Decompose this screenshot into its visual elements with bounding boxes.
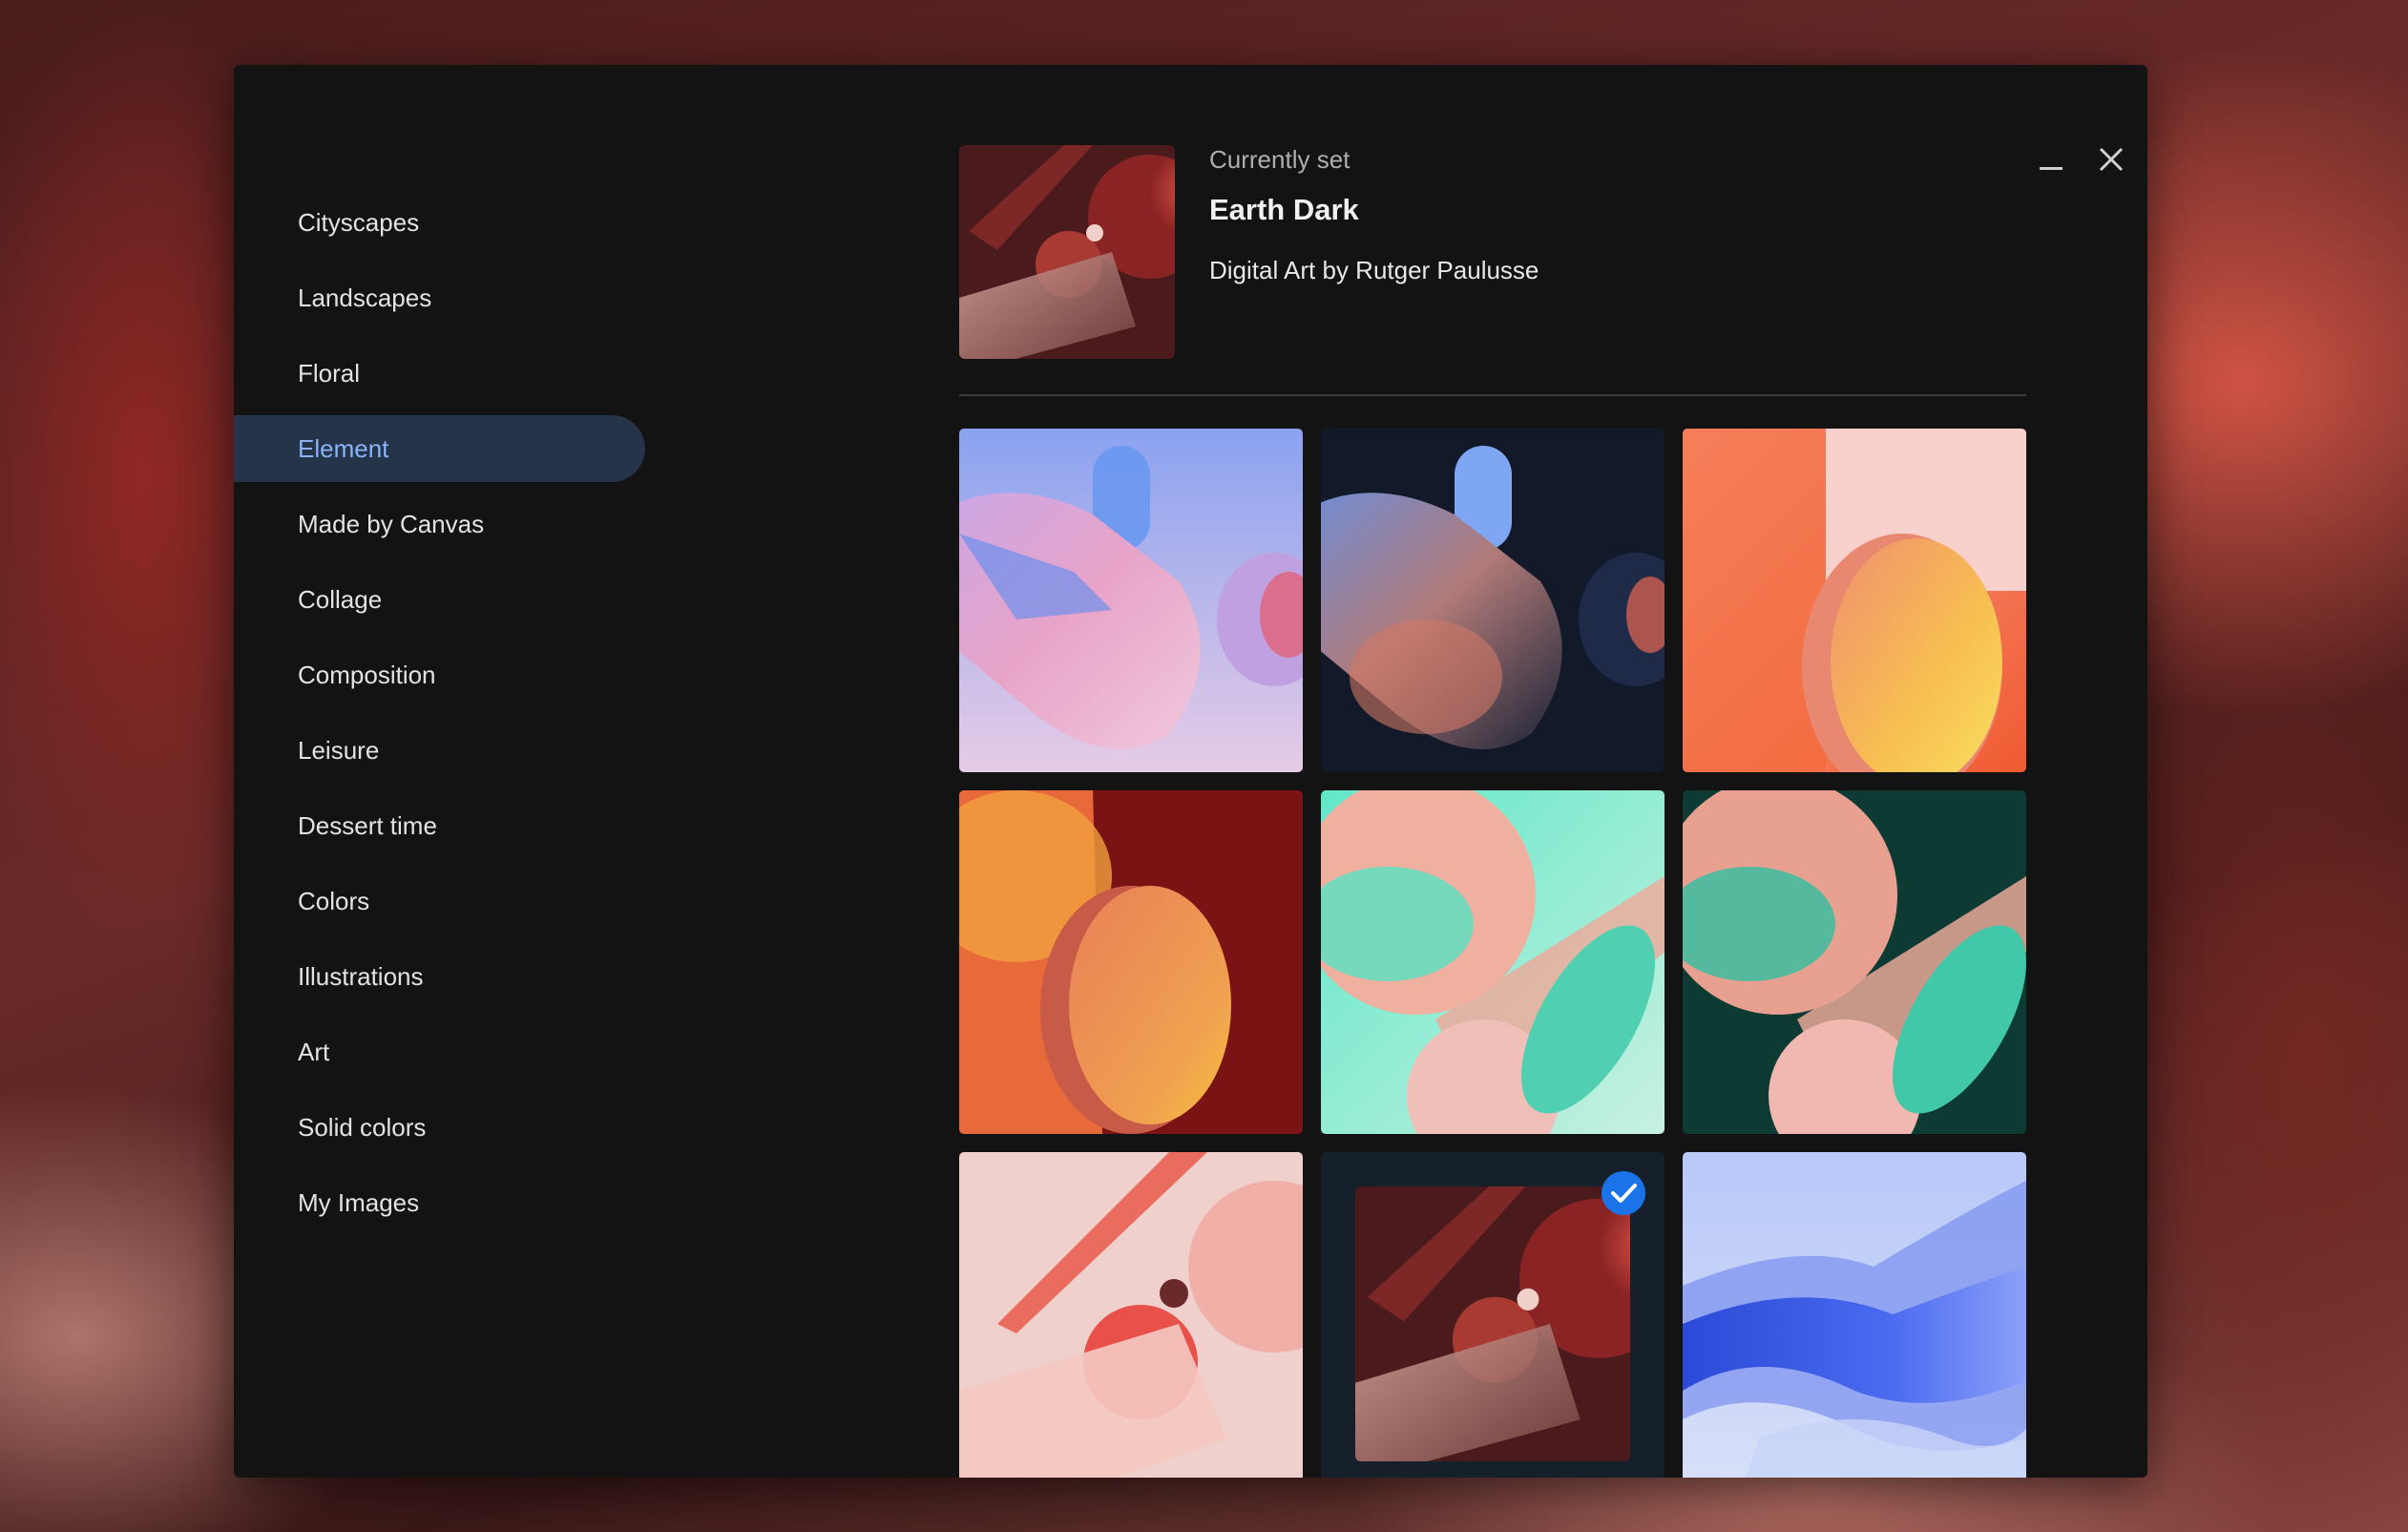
sidebar-item-label: Art <box>298 1037 330 1066</box>
collections-sidebar: Cityscapes Landscapes Floral Element Mad… <box>234 189 645 1245</box>
sidebar-item-composition[interactable]: Composition <box>234 641 645 708</box>
wallpaper-picker-window: Cityscapes Landscapes Floral Element Mad… <box>234 65 2147 1478</box>
wallpaper-tile[interactable] <box>1683 1152 2026 1478</box>
close-icon <box>2098 146 2125 173</box>
wallpaper-grid <box>959 429 2026 1478</box>
sidebar-item-label: Colors <box>298 886 370 915</box>
minimize-button[interactable] <box>2035 143 2067 176</box>
sidebar-item-label: Leisure <box>298 735 380 765</box>
wallpaper-tile[interactable] <box>1683 790 2026 1134</box>
sidebar-item-cityscapes[interactable]: Cityscapes <box>234 189 645 256</box>
sidebar-item-label: Made by Canvas <box>298 509 485 538</box>
sidebar-item-leisure[interactable]: Leisure <box>234 717 645 784</box>
sidebar-item-element[interactable]: Element <box>234 415 645 482</box>
sidebar-item-my-images[interactable]: My Images <box>234 1169 645 1236</box>
sidebar-item-art[interactable]: Art <box>234 1018 645 1085</box>
current-wallpaper-author: Digital Art by Rutger Paulusse <box>1209 256 1539 284</box>
sidebar-item-label: Landscapes <box>298 283 432 312</box>
wallpaper-tile[interactable] <box>959 790 1303 1134</box>
current-wallpaper-title: Earth Dark <box>1209 193 1359 226</box>
current-wallpaper-thumbnail <box>959 145 1175 359</box>
sidebar-item-label: Dessert time <box>298 810 437 840</box>
wallpaper-preview <box>1355 1186 1630 1461</box>
sidebar-item-collage[interactable]: Collage <box>234 566 645 633</box>
wallpaper-tile[interactable] <box>959 429 1303 772</box>
sidebar-item-label: Floral <box>298 358 361 388</box>
sidebar-item-made-by-canvas[interactable]: Made by Canvas <box>234 491 645 557</box>
sidebar-item-floral[interactable]: Floral <box>234 340 645 407</box>
sidebar-item-illustrations[interactable]: Illustrations <box>234 943 645 1010</box>
wallpaper-tile[interactable] <box>1683 429 2026 772</box>
wallpaper-tile[interactable] <box>1321 790 1665 1134</box>
wallpaper-tile[interactable] <box>1321 429 1665 772</box>
sidebar-item-dessert-time[interactable]: Dessert time <box>234 792 645 859</box>
divider <box>959 394 2026 396</box>
wallpaper-tile[interactable] <box>959 1152 1303 1478</box>
sidebar-item-label: Composition <box>298 660 436 689</box>
wallpaper-tile-selected[interactable] <box>1321 1152 1665 1478</box>
currently-set-label: Currently set <box>1209 145 1351 174</box>
close-button[interactable] <box>2095 143 2127 176</box>
sidebar-item-label: Illustrations <box>298 961 424 991</box>
minimize-icon <box>2038 146 2064 173</box>
sidebar-item-label: Solid colors <box>298 1112 427 1142</box>
sidebar-item-label: Cityscapes <box>298 207 420 237</box>
selected-check-icon <box>1602 1171 1645 1215</box>
sidebar-item-colors[interactable]: Colors <box>234 868 645 934</box>
sidebar-item-solid-colors[interactable]: Solid colors <box>234 1094 645 1161</box>
sidebar-item-label: Element <box>298 433 389 463</box>
sidebar-item-label: My Images <box>298 1187 420 1217</box>
sidebar-item-landscapes[interactable]: Landscapes <box>234 264 645 331</box>
sidebar-item-label: Collage <box>298 584 383 614</box>
